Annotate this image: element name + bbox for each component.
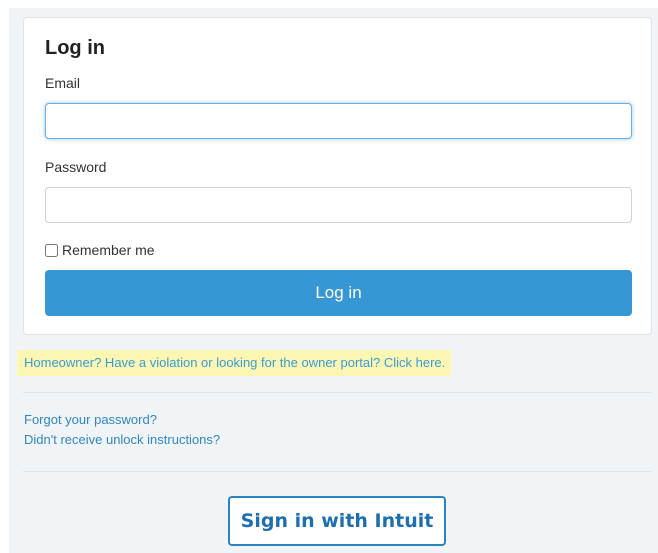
- forgot-password-link[interactable]: Forgot your password?: [24, 412, 157, 427]
- password-label: Password: [45, 159, 107, 175]
- email-field[interactable]: [45, 103, 632, 139]
- sign-in-with-intuit-button[interactable]: Sign in with Intuit: [228, 496, 446, 546]
- remember-me[interactable]: Remember me: [45, 242, 155, 258]
- remember-me-label: Remember me: [62, 242, 155, 258]
- divider: [23, 471, 652, 472]
- unlock-instructions-link[interactable]: Didn't receive unlock instructions?: [24, 432, 220, 447]
- login-card: Log in Email Password Remember me Log in: [23, 17, 652, 335]
- email-label: Email: [45, 75, 81, 91]
- divider: [23, 392, 652, 393]
- login-button[interactable]: Log in: [45, 270, 632, 316]
- login-title: Log in: [45, 37, 105, 59]
- remember-me-checkbox[interactable]: [45, 243, 58, 257]
- password-field[interactable]: [45, 187, 632, 223]
- homeowner-portal-link[interactable]: Homeowner? Have a violation or looking f…: [17, 350, 452, 376]
